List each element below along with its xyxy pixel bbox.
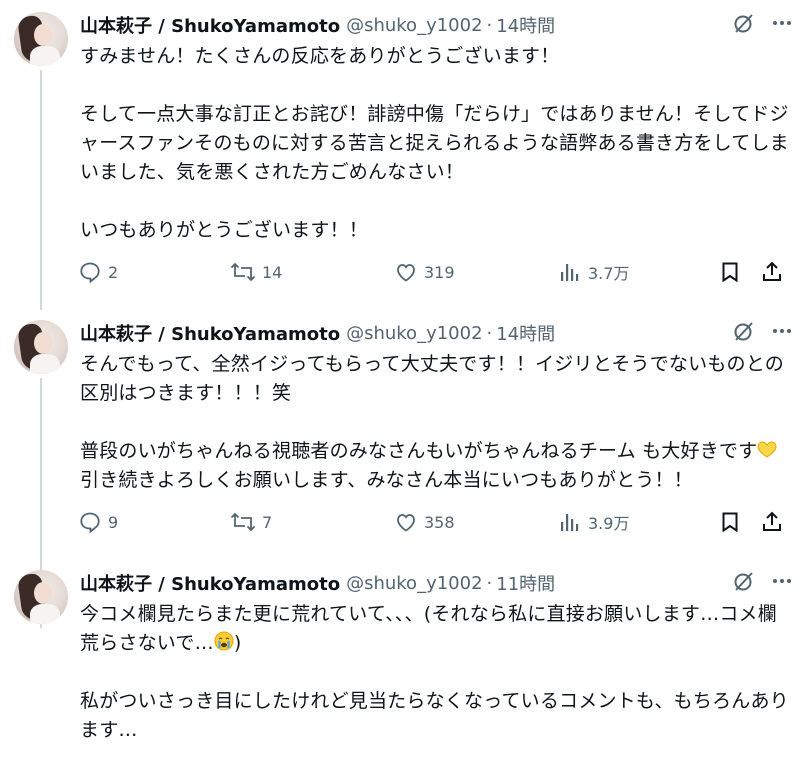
share-icon — [760, 510, 784, 534]
views-icon — [558, 510, 582, 534]
retweet-button[interactable]: 7 — [230, 510, 394, 534]
reply-count: 9 — [108, 512, 119, 532]
tweet-actions: 2 14 319 3.7万 — [78, 259, 794, 285]
timestamp[interactable]: 11時間 — [496, 570, 555, 596]
yellow-heart-hands-emoji-icon — [757, 439, 777, 458]
more-icon[interactable] — [770, 569, 794, 597]
views-button[interactable]: 3.9万 — [558, 510, 718, 534]
bookmark-button[interactable] — [718, 260, 760, 284]
timestamp[interactable]: 14時間 — [496, 320, 555, 346]
retweet-button[interactable]: 14 — [230, 260, 394, 284]
reply-count: 2 — [108, 262, 119, 282]
grok-icon[interactable] — [732, 569, 756, 597]
retweet-count: 14 — [262, 262, 283, 282]
share-icon — [760, 260, 784, 284]
tweet-text-part: 今コメ欄見たらまた更に荒れていて、、、(それなら私に直接お願いします…コメ欄荒ら… — [80, 603, 777, 654]
display-name[interactable]: 山本萩子 / ShukoYamamoto — [80, 320, 340, 346]
tweet-actions: 9 7 358 3.9万 — [78, 509, 794, 535]
display-name[interactable]: 山本萩子 / ShukoYamamoto — [80, 570, 340, 596]
crying-face-emoji-icon — [214, 631, 234, 651]
reply-icon — [78, 510, 102, 534]
tweet-text: 今コメ欄見たらまた更に荒れていて、、、(それなら私に直接お願いします…コメ欄荒ら… — [80, 600, 792, 745]
timestamp[interactable]: 14時間 — [496, 12, 555, 38]
views-count: 3.7万 — [588, 264, 630, 283]
views-count: 3.9万 — [588, 514, 630, 533]
more-icon[interactable] — [770, 319, 794, 347]
tweet-text: そんでもって、全然イジってもらって大丈夫です！！イジリとそうでないものとの区別は… — [80, 350, 792, 495]
tweet-text-part: そんでもって、全然イジってもらって大丈夫です！！イジリとそうでないものとの区別は… — [80, 353, 784, 462]
like-button[interactable]: 319 — [394, 260, 558, 284]
separator-dot: · — [486, 322, 493, 344]
tweet-text-part: 引き続きよろしくお願いします、みなさん本当にいつもありがとう！！ — [80, 469, 693, 491]
user-handle[interactable]: @shuko_y1002 — [346, 323, 482, 344]
grok-icon[interactable] — [732, 319, 756, 347]
reply-icon — [78, 260, 102, 284]
share-button[interactable] — [760, 260, 784, 284]
grok-icon[interactable] — [732, 11, 756, 39]
thread-line — [40, 70, 42, 310]
views-button[interactable]: 3.7万 — [558, 260, 718, 284]
tweet-header: 山本萩子 / ShukoYamamoto @shuko_y1002 · 14時間 — [80, 320, 555, 346]
more-icon[interactable] — [770, 11, 794, 39]
separator-dot: · — [486, 572, 493, 594]
separator-dot: · — [486, 14, 493, 36]
tweet-header: 山本萩子 / ShukoYamamoto @shuko_y1002 · 14時間 — [80, 12, 555, 38]
reply-button[interactable]: 9 — [78, 510, 230, 534]
heart-icon — [394, 510, 418, 534]
user-handle[interactable]: @shuko_y1002 — [346, 15, 482, 36]
retweet-icon — [230, 510, 256, 534]
avatar[interactable] — [14, 570, 68, 624]
bookmark-icon — [718, 510, 742, 534]
like-count: 319 — [424, 262, 455, 282]
heart-icon — [394, 260, 418, 284]
user-handle[interactable]: @shuko_y1002 — [346, 573, 482, 594]
tweet-header: 山本萩子 / ShukoYamamoto @shuko_y1002 · 11時間 — [80, 570, 555, 596]
avatar[interactable] — [14, 320, 68, 374]
tweet-text: すみません！たくさんの反応をありがとうございます！ そして一点大事な訂正とお詫び… — [80, 45, 789, 241]
views-icon — [558, 260, 582, 284]
retweet-count: 7 — [262, 512, 273, 532]
retweet-icon — [230, 260, 256, 284]
reply-button[interactable]: 2 — [78, 260, 230, 284]
bookmark-button[interactable] — [718, 510, 760, 534]
avatar[interactable] — [14, 12, 68, 66]
like-button[interactable]: 358 — [394, 510, 558, 534]
display-name[interactable]: 山本萩子 / ShukoYamamoto — [80, 12, 340, 38]
like-count: 358 — [424, 512, 455, 532]
bookmark-icon — [718, 260, 742, 284]
share-button[interactable] — [760, 510, 784, 534]
